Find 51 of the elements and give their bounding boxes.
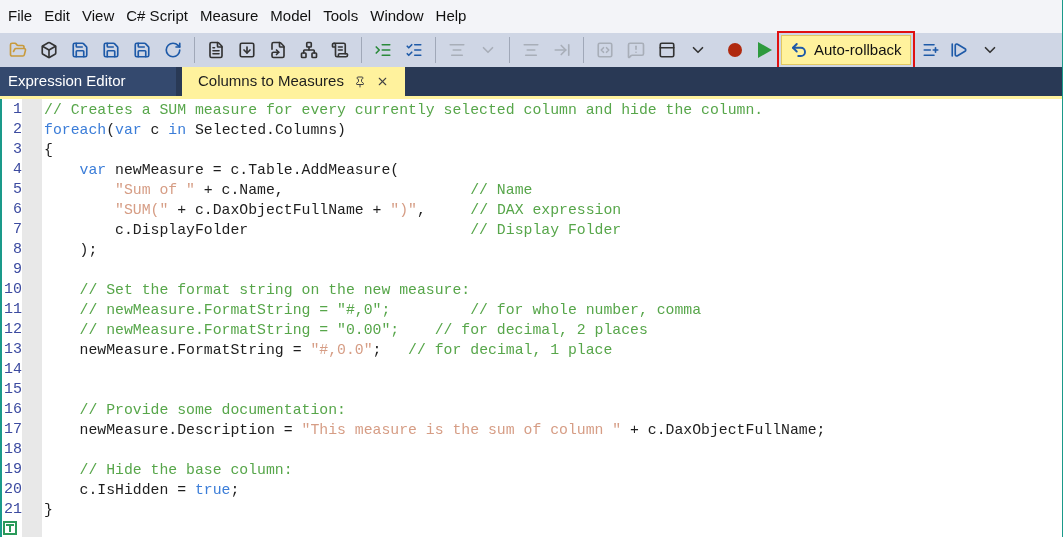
- line-number: 12: [3, 320, 22, 340]
- undo-icon: [790, 41, 808, 59]
- code-line: {: [44, 141, 54, 160]
- code-line: // Set the format string on the new measure:: [78, 281, 472, 300]
- code-line: newMeasure.FormatString = "#,0.0"; // for decimal, 1 place: [78, 341, 614, 360]
- menu-item[interactable]: Model: [264, 5, 318, 28]
- code-line: newMeasure.Description = "This measure is the sum of column " + c.DaxObjectFullName;: [78, 421, 827, 440]
- code-line: // newMeasure.FormatString = "#,0"; // for whole number, comma: [78, 301, 703, 320]
- editor-tab[interactable]: Columns to Measures: [182, 67, 405, 96]
- code-line: // newMeasure.FormatString = "0.00"; // for decimal, 2 places: [78, 321, 649, 340]
- line-number: 19: [3, 460, 22, 480]
- line-number: 18: [3, 440, 22, 460]
- line-number: 8: [12, 240, 22, 260]
- menu-item[interactable]: Window: [364, 5, 430, 28]
- code-line: foreach(var c in Selected.Columns): [44, 121, 347, 140]
- line-number: 14: [3, 360, 22, 380]
- line-number: 3: [12, 140, 22, 160]
- code-line: "Sum of " + c.Name, // Name: [114, 181, 534, 200]
- line-number: 4: [12, 160, 22, 180]
- menu-item[interactable]: File: [2, 5, 39, 28]
- menu-item[interactable]: Edit: [38, 5, 77, 28]
- line-number: 2: [12, 120, 22, 140]
- line-number: 10: [3, 280, 22, 300]
- line-number: 9: [12, 260, 22, 280]
- code-line: c.DisplayFolder // Display Folder: [114, 221, 623, 240]
- line-number: 21: [3, 500, 22, 520]
- editor-tab[interactable]: Expression Editor: [0, 67, 176, 96]
- menu-item[interactable]: Tools: [317, 5, 365, 28]
- line-number: 5: [12, 180, 22, 200]
- line-number: 6: [12, 200, 22, 220]
- line-number: 7: [12, 220, 22, 240]
- line-number: 17: [3, 420, 22, 440]
- line-number: 11: [3, 300, 22, 320]
- code-line: "SUM(" + c.DaxObjectFullName + ")", // DAX expression: [114, 201, 623, 220]
- code-line: }: [44, 501, 54, 520]
- menu-item[interactable]: Help: [429, 5, 473, 28]
- code-line: c.IsHidden = true;: [78, 481, 241, 500]
- menu-item[interactable]: View: [76, 5, 121, 28]
- menu-item[interactable]: Measure: [193, 5, 265, 28]
- code-line: // Provide some documentation:: [78, 401, 347, 420]
- line-number: 1: [12, 100, 22, 120]
- code-line: // Hide the base column:: [78, 461, 294, 480]
- line-number: 13: [3, 340, 22, 360]
- line-number: 15: [3, 380, 22, 400]
- code-line: );: [78, 241, 99, 260]
- line-number: 16: [3, 400, 22, 420]
- pin-icon[interactable]: [353, 75, 366, 88]
- line-number: 20: [3, 480, 22, 500]
- code-line: var newMeasure = c.Table.AddMeasure(: [78, 161, 401, 180]
- menu-item[interactable]: C# Script: [120, 5, 194, 28]
- code-line: // Creates a SUM measure for every currently selected column and hide the column.: [44, 101, 765, 120]
